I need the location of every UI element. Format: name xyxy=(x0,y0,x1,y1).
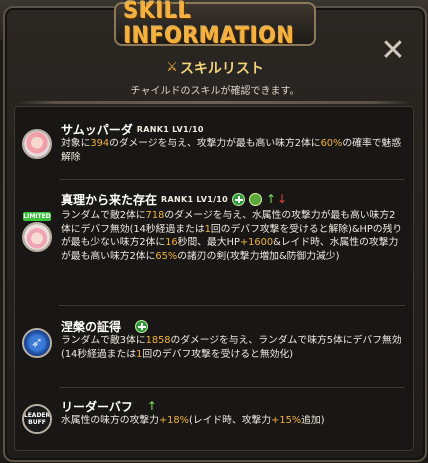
highlight-value: 16 xyxy=(165,237,178,249)
skill-title-row: サムッパーダ RANK1 LV1/10 xyxy=(61,121,204,138)
description-text: 回のデバフ攻撃を受けると無効化) xyxy=(142,348,294,360)
skill-description: 水属性の味方の攻撃力+18%(レイド時、攻撃力+15%追加) xyxy=(61,414,405,428)
highlight-value: +18% xyxy=(158,415,189,426)
stat-up-icon: ↑ xyxy=(146,399,157,413)
skill-item-3[interactable]: ➶ 涅槃の証得 ランダムで敵3体に1858のダメージを与え、ランダムで味方5体に… xyxy=(15,306,413,386)
skill-description: ランダムで敵2体に718のダメージを与え、水属性の攻撃力が最も高い味方2体にデバ… xyxy=(61,209,405,263)
stat-down-icon: ↓ xyxy=(277,192,288,206)
stat-up-icon: ↑ xyxy=(266,192,277,206)
skill-name: 真理から来た存在 xyxy=(61,193,158,207)
highlight-value: 394 xyxy=(90,138,110,149)
skill-rank: RANK1 LV1/10 xyxy=(136,125,204,134)
highlight-value: 1858 xyxy=(145,335,171,346)
character-portrait-icon xyxy=(22,222,52,252)
description-text: (レイド時、攻撃力 xyxy=(188,415,272,426)
description-text: ランダムで敵3体に xyxy=(61,335,146,346)
close-button[interactable]: ✕ xyxy=(379,36,407,66)
highlight-value: 60% xyxy=(320,138,343,149)
skill-name: 涅槃の証得 xyxy=(61,320,122,334)
description-text: のダメージを与え、攻撃力が最も高い味方2体に xyxy=(109,138,321,149)
skill-item-4[interactable]: LEADER BUFF リーダーバフ ↑ 水属性の味方の攻撃力+18%(レイド時… xyxy=(15,388,413,448)
skill-name: リーダーバフ xyxy=(61,400,133,414)
skill-list-header: ⚔ スキルリスト チャイルドのスキルが確認できます。 xyxy=(70,56,360,97)
skill-name: サムッパーダ xyxy=(61,123,133,137)
page-title: SKILL INFORMATION xyxy=(123,0,295,49)
skill-description: ランダムで敵3体に1858のダメージを与え、ランダムで味方5体にデバフ無効(14… xyxy=(61,334,405,361)
limited-badge: LIMITED xyxy=(23,212,51,221)
highlight-value: 65% xyxy=(155,250,178,262)
highlight-value: 718 xyxy=(145,210,165,221)
character-portrait-icon xyxy=(22,129,52,159)
wing-icon: ➶ xyxy=(22,328,52,358)
leader-buff-label-2: BUFF xyxy=(28,419,46,426)
highlight-value: +15% xyxy=(271,415,302,426)
highlight-value: +1600 xyxy=(239,237,274,249)
heal-icon xyxy=(232,193,246,206)
skill-title-row: リーダーバフ ↑ xyxy=(61,398,157,415)
skill-description: 対象に394のダメージを与え、攻撃力が最も高い味方2体に60%の確率で魅惑解除 xyxy=(61,137,405,164)
description-text: 対象に xyxy=(61,138,91,149)
leader-buff-label-1: LEADER xyxy=(23,412,51,419)
skill-rank: RANK1 LV1/10 xyxy=(161,195,229,204)
description-text: の諸刃の剣(攻撃力増加&防御力減少) xyxy=(177,250,340,262)
header-title: ⚔ スキルリスト xyxy=(166,58,264,78)
swords-icon: ⚔ xyxy=(166,60,178,75)
divider xyxy=(16,101,412,104)
heal-icon xyxy=(135,320,149,333)
description-text: 秒間、最大HP xyxy=(177,237,240,249)
skill-title-row: 真理から来た存在 RANK1 LV1/10 ↑ ↓ xyxy=(61,191,288,208)
title-plate: SKILL INFORMATION xyxy=(114,0,316,49)
description-text: 水属性の味方の攻撃力 xyxy=(61,415,159,426)
description-text: 追加) xyxy=(301,415,325,426)
header-subtitle: チャイルドのスキルが確認できます。 xyxy=(130,85,300,97)
cleanse-icon xyxy=(249,193,263,206)
header-title-text: スキルリスト xyxy=(179,60,264,77)
skill-item-1[interactable]: サムッパーダ RANK1 LV1/10 対象に394のダメージを与え、攻撃力が最… xyxy=(15,107,413,179)
description-text: ランダムで敵2体に xyxy=(61,210,146,221)
leader-buff-icon: LEADER BUFF xyxy=(22,404,52,434)
skill-list[interactable]: サムッパーダ RANK1 LV1/10 対象に394のダメージを与え、攻撃力が最… xyxy=(14,106,414,451)
skill-title-row: 涅槃の証得 xyxy=(61,318,149,335)
skill-item-2[interactable]: LIMITED 真理から来た存在 RANK1 LV1/10 ↑ ↓ ランダムで敵… xyxy=(15,180,413,305)
